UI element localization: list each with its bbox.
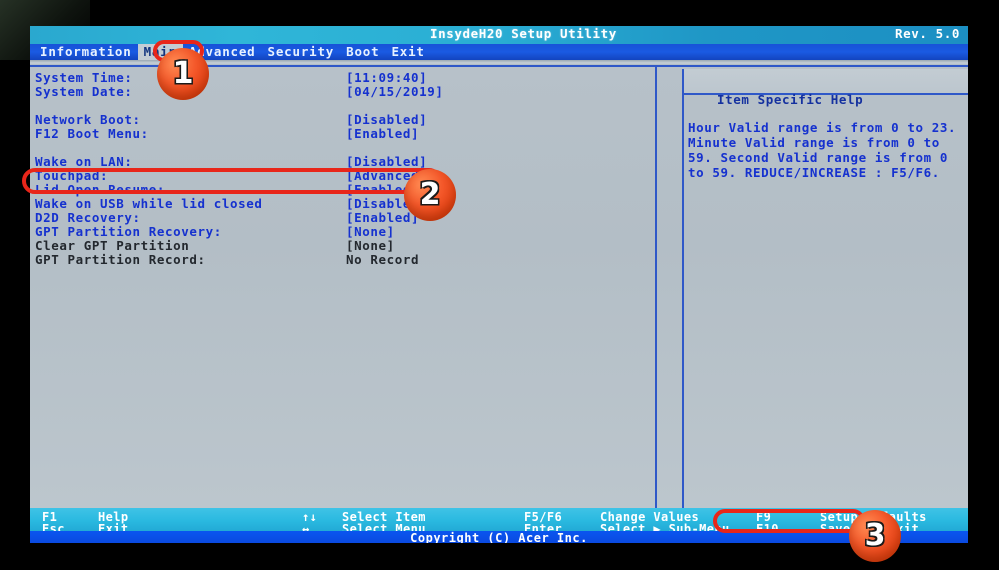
item-specific-help-panel: Item Specific Help Hour Valid range is f… — [657, 67, 968, 508]
function-key-hint-bar: F1 Help Esc Exit ↑↓ Select Item ↔ Select… — [30, 508, 968, 531]
setting-label: D2D Recovery: — [35, 211, 141, 225]
bios-revision: Rev. 5.0 — [895, 27, 960, 41]
setting-value: No Record — [346, 253, 419, 267]
setting-row-gpt-partition-recovery[interactable]: GPT Partition Recovery: [None] — [30, 225, 654, 239]
setting-row-d2d-recovery[interactable]: D2D Recovery: [Enabled] — [30, 211, 654, 225]
setting-label: Touchpad: — [35, 169, 108, 183]
setting-label: Network Boot: — [35, 113, 141, 127]
annotation-badge-1: 1 — [157, 48, 209, 100]
setting-value: [None] — [346, 239, 395, 253]
setting-label: Wake on USB while lid closed — [35, 197, 263, 211]
setting-label: System Date: — [35, 85, 133, 99]
tab-boot[interactable]: Boot — [340, 44, 385, 60]
setting-label: F12 Boot Menu: — [35, 127, 149, 141]
help-panel-left-rail — [682, 69, 684, 508]
setting-value[interactable]: [Enabled] — [346, 127, 419, 141]
setting-label: Clear GPT Partition — [35, 239, 189, 253]
tab-information[interactable]: Information — [34, 44, 138, 60]
bios-setup-screen: InsydeH20 Setup Utility Rev. 5.0 Informa… — [30, 26, 968, 543]
setting-row-wake-on-usb-lid-closed[interactable]: Wake on USB while lid closed [Disabled] — [30, 197, 654, 211]
help-panel-text: Hour Valid range is from 0 to 23. Minute… — [688, 120, 966, 180]
tab-security[interactable]: Security — [262, 44, 341, 60]
setting-label: Wake on LAN: — [35, 155, 133, 169]
setting-row-system-time[interactable]: System Time: [11:09:40] — [30, 71, 654, 85]
setting-row-touchpad[interactable]: Touchpad: [Advanced] — [30, 169, 654, 183]
setting-value[interactable]: [Disabled] — [346, 155, 427, 169]
title-bar: InsydeH20 Setup Utility Rev. 5.0 — [30, 26, 968, 44]
setting-label: GPT Partition Recovery: — [35, 225, 222, 239]
photo-frame: InsydeH20 Setup Utility Rev. 5.0 Informa… — [0, 0, 999, 570]
setting-value[interactable]: [Enabled] — [346, 211, 419, 225]
copyright-text: Copyright (C) Acer Inc. — [30, 531, 968, 543]
window-title: InsydeH20 Setup Utility — [430, 27, 617, 41]
setting-row-network-boot[interactable]: Network Boot: [Disabled] — [30, 113, 654, 127]
setting-value[interactable]: [04/15/2019] — [346, 85, 444, 99]
setting-label: System Time: — [35, 71, 133, 85]
setting-row-gpt-partition-record: GPT Partition Record: No Record — [30, 253, 654, 267]
settings-list: System Time: [11:09:40] System Date: [04… — [30, 67, 654, 508]
setting-row-lid-open-resume[interactable]: Lid Open Resume: [Enabled] — [30, 183, 654, 197]
tab-exit[interactable]: Exit — [385, 44, 430, 60]
help-panel-title: Item Specific Help — [717, 93, 863, 107]
annotation-badge-2: 2 — [404, 169, 456, 221]
annotation-badge-3: 3 — [849, 510, 901, 562]
setting-value[interactable]: [Disabled] — [346, 113, 427, 127]
setting-label: Lid Open Resume: — [35, 183, 165, 197]
setting-row-system-date[interactable]: System Date: [04/15/2019] — [30, 85, 654, 99]
setting-row-clear-gpt-partition: Clear GPT Partition [None] — [30, 239, 654, 253]
setting-value[interactable]: [11:09:40] — [346, 71, 427, 85]
setting-row-f12-boot-menu[interactable]: F12 Boot Menu: [Enabled] — [30, 127, 654, 141]
setting-label: GPT Partition Record: — [35, 253, 206, 267]
setting-row-wake-on-lan[interactable]: Wake on LAN: [Disabled] — [30, 155, 654, 169]
setting-value[interactable]: [None] — [346, 225, 395, 239]
